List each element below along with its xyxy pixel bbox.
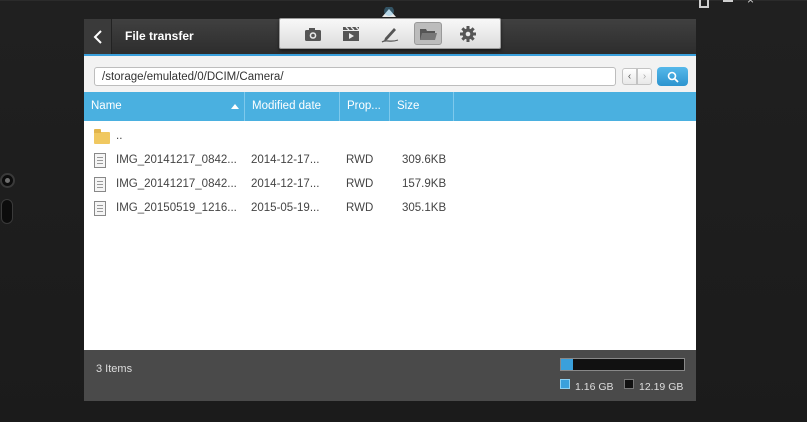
restore-icon[interactable]	[699, 0, 709, 8]
sort-ascending-icon	[231, 104, 239, 109]
column-properties-label: Prop...	[347, 100, 381, 112]
phone-side-button	[1, 199, 13, 224]
column-properties[interactable]: Prop...	[340, 92, 390, 121]
used-legend-swatch	[560, 379, 570, 389]
window-title: File transfer	[125, 29, 194, 43]
file-icon	[94, 177, 106, 192]
storage-usage-fill	[561, 359, 573, 370]
path-bar: /storage/emulated/0/DCIM/Camera/ ‹ ›	[84, 56, 696, 92]
file-name: ..	[116, 130, 123, 142]
draw-button[interactable]	[376, 22, 404, 45]
column-name[interactable]: Name	[84, 92, 245, 121]
chevron-right-icon: ›	[642, 71, 647, 82]
search-button[interactable]	[657, 67, 688, 86]
column-header: Name Modified date Prop... Size	[84, 92, 696, 121]
file-size: 305.1KB	[402, 202, 447, 214]
close-icon[interactable]: ×	[747, 0, 757, 6]
list-item[interactable]: IMG_20141217_0842... 2014-12-17... RWD 1…	[84, 173, 696, 197]
file-size: 309.6KB	[402, 154, 447, 166]
file-properties: RWD	[346, 202, 374, 214]
column-modified[interactable]: Modified date	[245, 92, 340, 121]
pen-draw-icon	[381, 27, 399, 43]
path-forward-button[interactable]: ›	[637, 68, 652, 85]
file-name: IMG_20141217_0842...	[116, 154, 237, 166]
path-input[interactable]: /storage/emulated/0/DCIM/Camera/	[94, 67, 616, 86]
chevron-left-icon	[93, 29, 102, 44]
folder-icon	[94, 129, 110, 144]
path-back-button[interactable]: ‹	[622, 68, 637, 85]
list-item[interactable]: IMG_20150519_1216... 2015-05-19... RWD 3…	[84, 197, 696, 221]
file-name: IMG_20150519_1216...	[116, 202, 237, 214]
file-icon	[94, 201, 106, 216]
list-item[interactable]: IMG_20141217_0842... 2014-12-17... RWD 3…	[84, 149, 696, 173]
file-modified: 2014-12-17...	[251, 178, 320, 190]
column-size[interactable]: Size	[390, 92, 454, 121]
total-legend-swatch	[624, 379, 634, 389]
minimize-icon[interactable]	[723, 0, 733, 2]
back-button[interactable]	[84, 19, 112, 54]
file-properties: RWD	[346, 154, 374, 166]
video-clapper-icon	[343, 26, 360, 41]
column-size-label: Size	[397, 100, 420, 112]
device-frame: × File transfer /storage/emulated/0/DCIM…	[0, 0, 807, 422]
camera-icon	[305, 27, 321, 41]
phone-camera-icon	[0, 173, 15, 188]
file-modified: 2014-12-17...	[251, 154, 320, 166]
storage-usage-bar	[560, 358, 685, 371]
window-controls: ×	[699, 0, 757, 9]
item-count: 3 Items	[96, 363, 133, 375]
file-icon	[94, 153, 106, 168]
search-icon	[667, 71, 679, 83]
storage-used: 1.16 GB	[575, 381, 614, 393]
file-name: IMG_20141217_0842...	[116, 178, 237, 190]
status-bar: 3 Items 1.16 GB 12.19 GB	[84, 350, 696, 401]
list-item-parent[interactable]: ..	[84, 125, 696, 149]
toolbar-pointer	[382, 7, 396, 17]
file-size: 157.9KB	[402, 178, 447, 190]
file-transfer-button[interactable]	[414, 22, 442, 45]
gear-icon	[460, 25, 476, 42]
file-properties: RWD	[346, 178, 374, 190]
storage-total: 12.19 GB	[639, 381, 684, 393]
file-list: .. IMG_20141217_0842... 2014-12-17... RW…	[84, 121, 696, 350]
screenshot-button[interactable]	[299, 22, 327, 45]
column-modified-label: Modified date	[252, 100, 322, 112]
mode-toolbar	[279, 18, 501, 49]
column-name-label: Name	[91, 100, 122, 112]
file-modified: 2015-05-19...	[251, 202, 320, 214]
folder-open-icon	[420, 28, 437, 40]
chevron-left-icon: ‹	[627, 71, 632, 82]
file-transfer-window: File transfer /storage/emulated/0/DCIM/C…	[84, 19, 696, 401]
record-button[interactable]	[337, 22, 365, 45]
settings-button[interactable]	[454, 22, 482, 45]
